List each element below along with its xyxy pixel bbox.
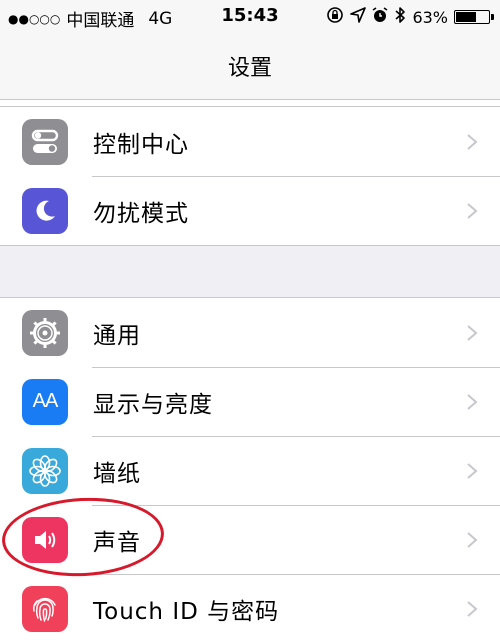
network-type: 4G (148, 8, 173, 29)
settings-row-display-brightness[interactable]: AA 显示与亮度 (0, 367, 500, 436)
row-label: 勿扰模式 (93, 200, 189, 227)
aa-icon: AA (22, 378, 68, 425)
chevron-right-icon (467, 600, 478, 617)
battery-percent: 63% (412, 7, 448, 27)
settings-row-do-not-disturb[interactable]: 勿扰模式 (0, 176, 500, 245)
chevron-right-icon (467, 324, 478, 341)
settings-row-touch-id-passcode[interactable]: Touch ID 与密码 (0, 574, 500, 643)
flower-icon (22, 447, 68, 494)
settings-row-sounds[interactable]: 声音 (0, 505, 500, 574)
bluetooth-icon (394, 6, 406, 28)
settings-row-control-center[interactable]: 控制中心 (0, 107, 500, 176)
fingerprint-icon (22, 585, 68, 632)
status-bar: ●●○○○ 中国联通 4G 15:43 63% (0, 0, 500, 34)
chevron-right-icon (467, 202, 478, 219)
page-title: 设置 (227, 55, 272, 81)
carrier-name: 中国联通 (66, 11, 135, 31)
chevron-right-icon (467, 133, 478, 150)
battery-icon (454, 10, 494, 24)
orientation-lock-icon (326, 6, 344, 28)
settings-group-2: 通用 AA 显示与亮度 墙纸 声音 Touch ID 与密码 (0, 297, 500, 643)
aa-icon-text: AA (32, 390, 59, 412)
row-label: 控制中心 (93, 131, 189, 158)
status-right: 63% (326, 6, 494, 28)
signal-strength: ●●○○○ (8, 11, 61, 26)
navigation-bar: 设置 (0, 34, 500, 100)
settings-row-wallpaper[interactable]: 墙纸 (0, 436, 500, 505)
location-arrow-icon (350, 7, 367, 27)
speaker-icon (22, 516, 68, 563)
row-label: 显示与亮度 (93, 391, 213, 418)
row-label: 墙纸 (93, 460, 141, 487)
settings-group-1: 控制中心 勿扰模式 (0, 106, 500, 246)
alarm-icon (372, 7, 388, 27)
row-label: 声音 (93, 529, 141, 556)
control-center-icon (22, 118, 68, 165)
chevron-right-icon (467, 462, 478, 479)
chevron-right-icon (467, 393, 478, 410)
status-left: ●●○○○ 中国联通 4G (8, 6, 173, 32)
row-label: 通用 (93, 322, 141, 349)
settings-row-general[interactable]: 通用 (0, 298, 500, 367)
gear-icon (22, 309, 68, 356)
moon-icon (22, 187, 68, 234)
row-label: Touch ID 与密码 (93, 598, 280, 625)
chevron-right-icon (467, 531, 478, 548)
